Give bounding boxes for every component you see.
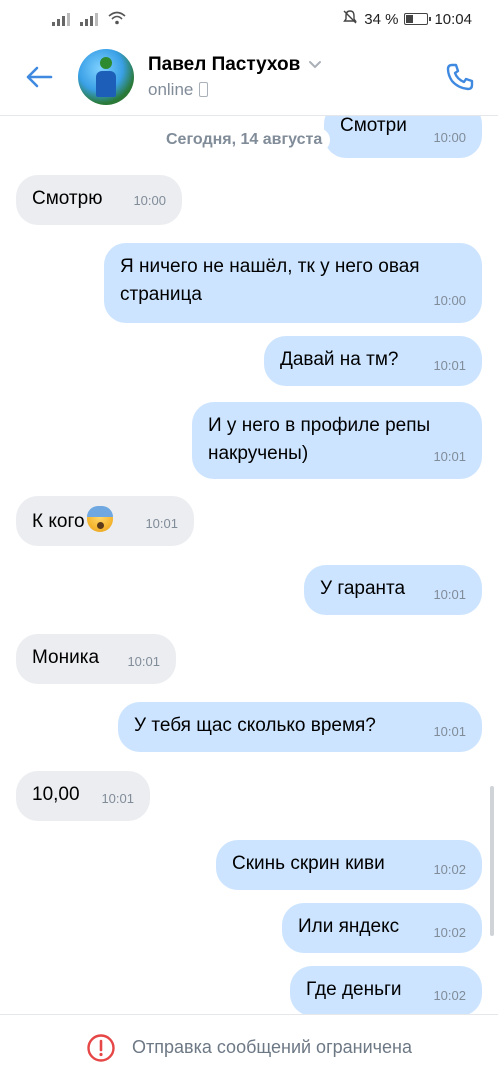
message-text: Я ничего не нашёл, тк у него овая страни… [120,256,420,305]
message-incoming[interactable]: К кого 10:01 [16,496,194,546]
message-incoming[interactable]: Моника 10:01 [16,634,176,684]
message-text: Скинь скрин киви [232,853,385,874]
call-button[interactable] [422,38,498,116]
signal-icon [52,12,70,26]
message-time: 10:02 [433,925,466,940]
message-time: 10:01 [433,449,466,464]
message-time: 10:01 [433,587,466,602]
message-text: Или яндекс [298,916,400,937]
mute-icon [342,9,358,29]
message-time: 10:01 [127,654,160,669]
chat-header: Павел Пастухов online [0,38,498,116]
message-incoming[interactable]: Смотрю 10:00 [16,175,182,225]
message-outgoing[interactable]: И у него в профиле репы накручены) 10:01 [192,402,482,479]
message-time: 10:01 [101,791,134,806]
message-text: Смотрю [32,188,103,209]
contact-status: online [148,79,194,99]
mobile-device-icon [199,82,209,97]
message-text: 10,00 [32,784,80,805]
wifi-icon [108,11,126,28]
date-separator: Сегодня, 14 августа [158,128,331,152]
contact-info[interactable]: Павел Пастухов online [148,54,422,100]
message-text: Моника [32,647,100,668]
message-text: У тебя щас сколько время? [134,715,376,736]
message-time: 10:00 [433,130,466,145]
phone-icon [446,63,474,90]
message-text: У гаранта [320,578,406,599]
avatar[interactable] [78,48,134,105]
message-time: 10:02 [433,862,466,877]
alert-circle-icon [87,1033,115,1062]
signal-icon [80,12,98,26]
restriction-text: Отправка сообщений ограничена [132,1037,412,1057]
message-outgoing[interactable]: Я ничего не нашёл, тк у него овая страни… [104,243,482,323]
clock: 10:04 [434,10,472,28]
battery-percent: 34 % [364,10,399,28]
message-time: 10:00 [433,293,466,308]
message-time: 10:02 [433,988,466,1003]
message-text: К кого [32,511,85,532]
battery-icon [404,13,432,25]
message-text: Давай на тм? [280,349,399,370]
message-list[interactable]: Сегодня, 14 августа Смотри 10:00 Смотрю … [0,116,498,1016]
message-text: И у него в профиле репы накручены) [208,415,431,464]
message-outgoing[interactable]: Где деньги 10:02 [290,966,482,1016]
arrow-left-icon [26,66,53,87]
compose-restricted-bar: Отправка сообщений ограничена [0,1014,498,1080]
message-text: Где деньги [306,979,402,1000]
message-time: 10:00 [133,193,166,208]
message-text: Смотри [340,116,407,136]
chevron-down-icon [309,60,322,68]
message-time: 10:01 [433,724,466,739]
message-incoming[interactable]: 10,00 10:01 [16,771,150,821]
message-outgoing[interactable]: Давай на тм? 10:01 [264,336,482,386]
contact-name: Павел Пастухов [148,53,301,75]
message-outgoing[interactable]: У тебя щас сколько время? 10:01 [118,702,482,752]
status-bar: 34 % 10:04 [0,0,498,38]
fearful-face-emoji-icon [86,506,113,532]
message-outgoing[interactable]: Или яндекс 10:02 [282,903,482,953]
message-time: 10:01 [145,516,178,531]
message-outgoing[interactable]: Смотри 10:00 [324,116,482,158]
scrollbar[interactable] [490,786,494,936]
back-button[interactable] [0,38,78,116]
message-outgoing[interactable]: У гаранта 10:01 [304,565,482,615]
message-time: 10:01 [433,358,466,373]
message-outgoing[interactable]: Скинь скрин киви 10:02 [216,840,482,890]
